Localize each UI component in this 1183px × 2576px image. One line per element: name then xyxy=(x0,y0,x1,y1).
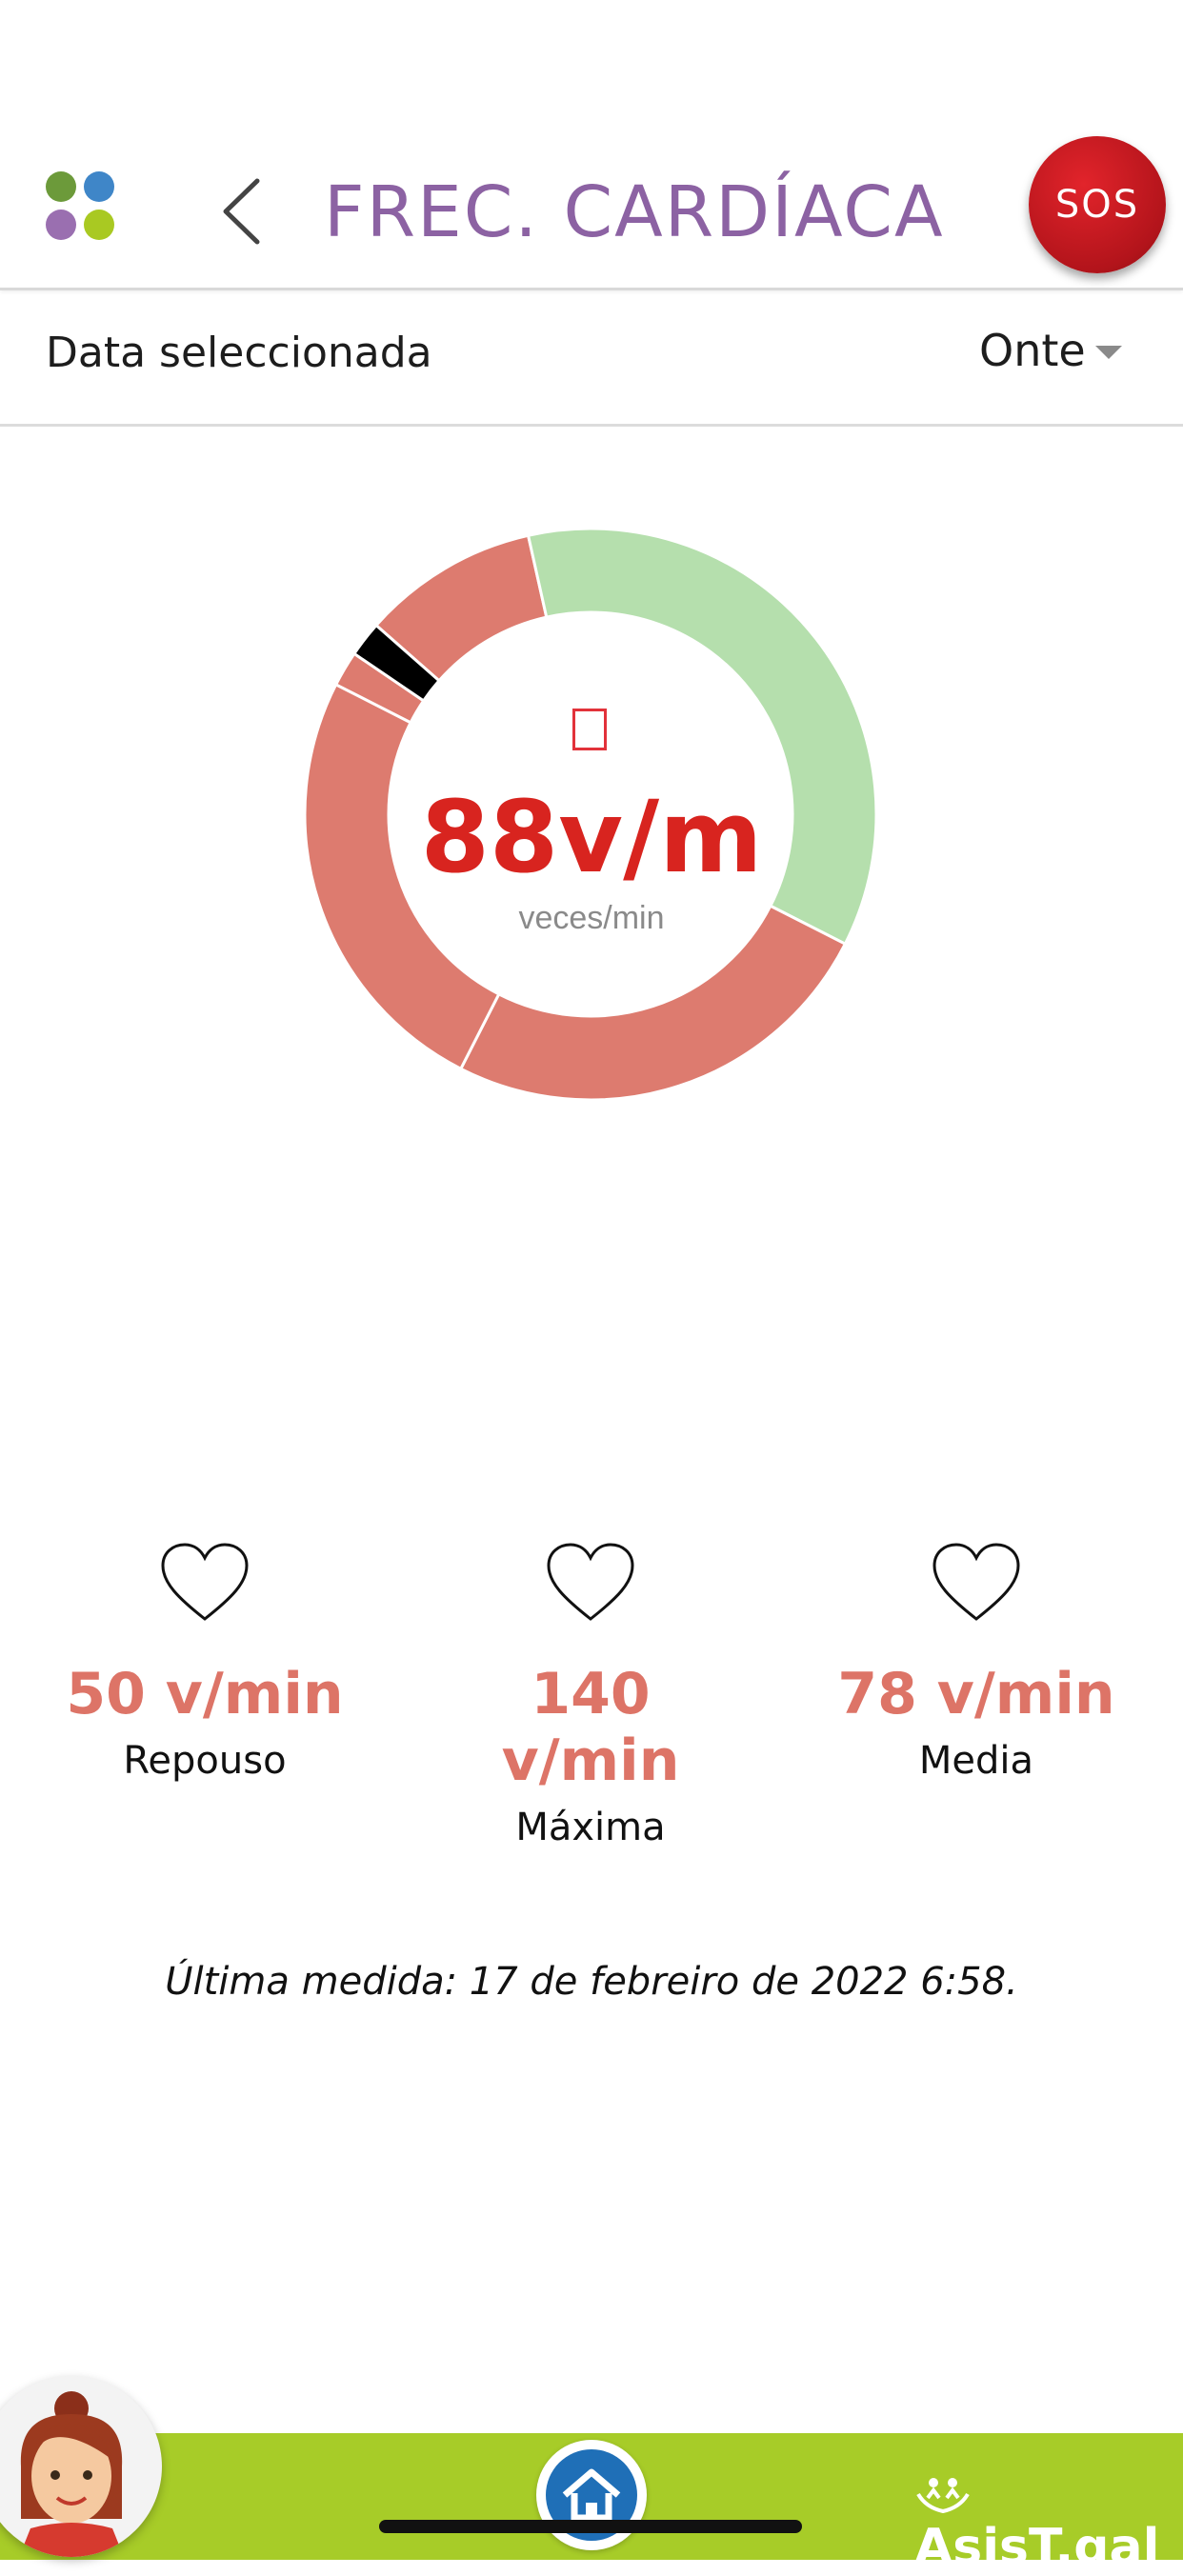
current-heart-rate-unit: veces/min xyxy=(518,900,665,936)
stat-label: Máxima xyxy=(515,1806,666,1849)
date-filter-value[interactable]: Onte xyxy=(979,325,1086,376)
stat-value: 140 v/min xyxy=(501,1661,680,1794)
date-filter-label: Data seleccionada xyxy=(46,329,432,377)
home-indicator xyxy=(379,2520,802,2533)
heart-icon xyxy=(161,1543,249,1621)
stat-label: Media xyxy=(918,1739,1034,1783)
sos-button[interactable]: SOS xyxy=(1029,136,1166,273)
page-title: FREC. CARDÍACA xyxy=(324,171,945,253)
stat-max: 140 v/min Máxima xyxy=(448,1541,733,1849)
home-button[interactable] xyxy=(536,2440,647,2550)
dot-green xyxy=(46,171,76,202)
stat-value: 78 v/min xyxy=(837,1661,1115,1727)
dot-purple xyxy=(46,210,76,240)
back-chevron-icon[interactable] xyxy=(214,173,271,250)
heart-icon xyxy=(932,1543,1020,1621)
current-heart-rate-value: 88v/m xyxy=(420,779,763,895)
date-filter-row[interactable]: Data seleccionada Onte xyxy=(0,290,1183,427)
dot-blue xyxy=(84,171,114,202)
stat-average: 78 v/min Media xyxy=(833,1541,1119,1783)
dot-lime xyxy=(84,210,114,240)
stat-resting: 50 v/min Repouso xyxy=(62,1541,348,1783)
app-header: FREC. CARDÍACA SOS xyxy=(0,0,1183,290)
brand-text: AsisT.gal xyxy=(914,2519,1160,2576)
current-marker xyxy=(572,709,607,750)
stat-label: Repouso xyxy=(123,1739,287,1783)
stat-value: 50 v/min xyxy=(66,1661,344,1727)
last-measurement-text: Última medida: 17 de febreiro de 2022 6:… xyxy=(165,1960,1018,2004)
brand-logo: AsisT.gal xyxy=(914,2462,1183,2576)
chevron-down-icon[interactable] xyxy=(1095,346,1122,359)
sos-label: SOS xyxy=(1054,183,1140,227)
heart-icon xyxy=(547,1543,634,1621)
apps-menu-icon[interactable] xyxy=(46,171,116,242)
hands-logo-icon xyxy=(916,2478,970,2514)
